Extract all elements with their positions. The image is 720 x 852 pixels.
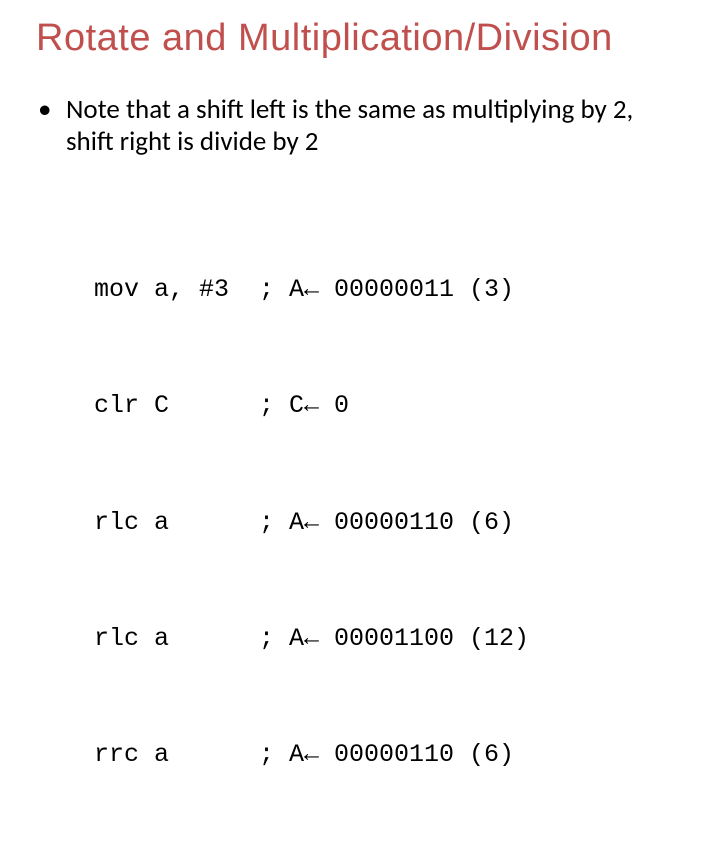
code-bin: 0 [334,387,469,426]
code-semi: ; [259,271,289,310]
code-semi: ; [259,736,289,775]
code-op: rlc [94,504,154,543]
code-arg: a [154,620,259,659]
code-block: mov a, #3 ; A ← 00000011 (3) clr C ; C ←… [94,194,684,852]
code-bin: 00001100 [334,620,469,659]
bullet-item: • Note that a shift left is the same as … [38,94,674,158]
code-line: clr C ; C ← 0 [94,387,684,426]
left-arrow-icon: ← [304,620,334,659]
code-semi: ; [259,620,289,659]
code-bin: 00000110 [334,504,469,543]
code-op: mov [94,271,154,310]
code-line: rlc a ; A ← 00000110 (6) [94,504,684,543]
code-dec: (3) [469,271,514,310]
code-op: rlc [94,620,154,659]
left-arrow-icon: ← [304,736,334,775]
left-arrow-icon: ← [304,271,334,310]
code-arg: a [154,736,259,775]
code-line: rrc a ; A ← 00000110 (6) [94,736,684,775]
code-op: clr [94,387,154,426]
code-dec: (6) [469,736,514,775]
code-bin: 00000011 [334,271,469,310]
left-arrow-icon: ← [304,504,334,543]
code-bin: 00000110 [334,736,469,775]
code-arg: C [154,387,259,426]
code-line: mov a, #3 ; A ← 00000011 (3) [94,271,684,310]
code-reg: A [289,271,304,310]
bullet-text: Note that a shift left is the same as mu… [66,94,674,158]
code-reg: A [289,620,304,659]
bullet-marker: • [38,94,66,158]
code-arg: a [154,504,259,543]
code-semi: ; [259,387,289,426]
code-semi: ; [259,504,289,543]
code-op: rrc [94,736,154,775]
left-arrow-icon: ← [304,387,334,426]
code-reg: C [289,387,304,426]
code-reg: A [289,736,304,775]
code-dec: (12) [469,620,529,659]
slide-title: Rotate and Multiplication/Division [36,18,684,60]
code-dec: (6) [469,504,514,543]
code-line: rlc a ; A ← 00001100 (12) [94,620,684,659]
body-text: • Note that a shift left is the same as … [36,94,684,158]
code-reg: A [289,504,304,543]
code-arg: a, #3 [154,271,259,310]
